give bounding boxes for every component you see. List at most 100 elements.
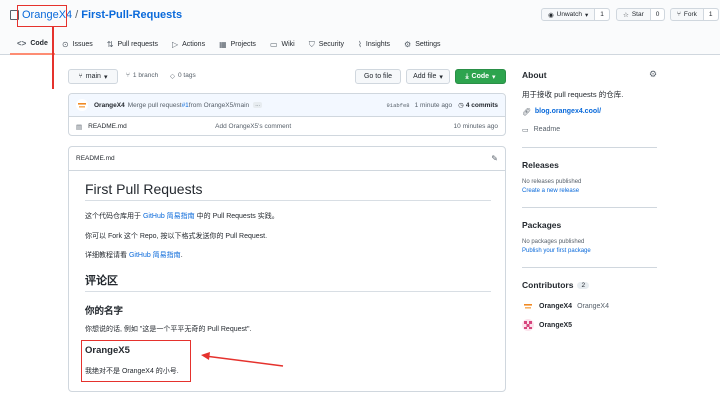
tab-label: Wiki xyxy=(281,41,295,48)
avatar[interactable] xyxy=(522,319,534,331)
watch-count[interactable]: 1 xyxy=(594,9,609,20)
branches-link[interactable]: ⑂ 1 branch xyxy=(126,72,158,79)
guide-link[interactable]: GitHub 简易指南 xyxy=(143,213,195,220)
no-packages-text: No packages published xyxy=(522,239,585,245)
tag-icon: ◇ xyxy=(170,73,175,80)
contributors-header[interactable]: Contributors 2 xyxy=(522,280,590,290)
guide-link[interactable]: GitHub 简易指南 xyxy=(129,252,181,259)
readme-paragraph-1: 这个代码仓库用于 GitHub 简易指南 中的 Pull Requests 实践… xyxy=(85,211,279,221)
branch-name: main xyxy=(85,73,101,80)
sidebar-divider xyxy=(522,267,657,268)
repo-path-separator: / xyxy=(75,9,79,21)
publish-package-link[interactable]: Publish your first package xyxy=(522,248,591,254)
repo-name-link[interactable]: First-Pull-Requests xyxy=(81,9,182,21)
repo-tabs: <> Code ⊙ Issues ⇅ Pull requests ▷ Actions ▦… xyxy=(10,34,448,55)
add-file-label: Add file xyxy=(413,73,437,80)
branches-count: 1 branch xyxy=(132,72,159,79)
book-icon: ▭ xyxy=(522,127,529,134)
fork-label: Fork xyxy=(683,11,697,18)
go-to-file-button[interactable]: Go to file xyxy=(355,69,401,84)
annotation-arrow-line xyxy=(52,27,54,89)
website-link-text: blog.orangex4.cool/ xyxy=(534,108,602,115)
expand-message-button[interactable]: … xyxy=(253,102,263,108)
readme-link[interactable]: ▭ Readme xyxy=(522,126,560,134)
branch-icon: ⑂ xyxy=(78,73,83,80)
tab-label: Security xyxy=(318,41,345,48)
tab-label: Code xyxy=(30,40,48,47)
contributor-row[interactable]: OrangeX4 OrangeX4 xyxy=(522,300,609,312)
tab-pull-requests[interactable]: ⇅ Pull requests xyxy=(100,34,165,55)
add-file-button[interactable]: Add file ▾ xyxy=(406,69,450,84)
readme-paragraph-3: 详细教程请看 GitHub 简易指南. xyxy=(85,250,183,260)
issue-icon: ⊙ xyxy=(61,40,69,49)
file-row[interactable]: ▤ README.md Add OrangeX5's comment 10 mi… xyxy=(69,117,505,136)
tab-wiki[interactable]: ▭ Wiki xyxy=(263,34,302,55)
website-link[interactable]: 🔗︎ blog.orangex4.cool/ xyxy=(522,108,601,116)
gear-icon[interactable]: ⚙ xyxy=(649,69,657,80)
tab-label: Settings xyxy=(415,41,441,48)
star-button[interactable]: ☆ Star 0 xyxy=(616,8,666,21)
readme-box: README.md ✎ First Pull Requests 这个代码仓库用于… xyxy=(68,146,506,392)
unwatch-button[interactable]: ◉ Unwatch ▾ 1 xyxy=(541,8,610,21)
file-icon: ▤ xyxy=(76,123,83,131)
code-button[interactable]: ⤓ Code ▾ xyxy=(455,69,506,84)
commit-sha[interactable]: 91abfe8 xyxy=(386,102,409,109)
file-commit-message[interactable]: Add OrangeX5's comment xyxy=(215,123,291,130)
tab-issues[interactable]: ⊙ Issues xyxy=(55,34,100,55)
gear-icon: ⚙ xyxy=(404,40,412,49)
tab-settings[interactable]: ⚙ Settings xyxy=(397,34,447,55)
tab-projects[interactable]: ▦ Projects xyxy=(212,34,263,55)
tab-actions[interactable]: ▷ Actions xyxy=(165,34,212,55)
star-count[interactable]: 0 xyxy=(649,9,665,20)
avatar[interactable] xyxy=(522,300,534,312)
create-release-link[interactable]: Create a new release xyxy=(522,188,579,194)
author-avatar[interactable] xyxy=(76,99,88,111)
readme-header: README.md ✎ xyxy=(69,147,505,171)
tab-label: Actions xyxy=(182,41,206,48)
tab-insights[interactable]: ⌇ Insights xyxy=(351,34,397,55)
download-icon: ⤓ xyxy=(465,72,469,80)
contributor-login: OrangeX4 xyxy=(539,302,573,310)
contributor-row[interactable]: OrangeX5 xyxy=(522,319,572,331)
fork-count[interactable]: 1 xyxy=(702,9,718,20)
chevron-down-icon: ▾ xyxy=(103,73,108,81)
tags-count: 0 tags xyxy=(178,72,196,79)
readme-title: First Pull Requests xyxy=(85,181,491,201)
file-commit-time: 10 minutes ago xyxy=(453,123,498,130)
repo-header: OrangeX4 / First-Pull-Requests ◉ Unwatch ▾… xyxy=(0,0,720,55)
chevron-down-icon: ▾ xyxy=(439,73,443,81)
tab-label: Projects xyxy=(230,41,256,48)
branch-select-button[interactable]: ⑂ main ▾ xyxy=(68,69,118,84)
tab-security[interactable]: ⛉ Security xyxy=(302,34,351,55)
no-releases-text: No releases published xyxy=(522,179,582,185)
code-button-label: Code xyxy=(471,73,490,80)
star-label: Star xyxy=(631,11,644,18)
tab-code[interactable]: <> Code xyxy=(10,34,55,55)
packages-heading[interactable]: Packages xyxy=(522,220,561,230)
file-name[interactable]: README.md xyxy=(88,123,215,130)
tags-link[interactable]: ◇ 0 tags xyxy=(170,72,196,80)
pencil-icon[interactable]: ✎ xyxy=(491,154,498,163)
graph-icon: ⌇ xyxy=(358,40,362,49)
commit-author[interactable]: OrangeX4 xyxy=(94,102,125,109)
book-icon: ▭ xyxy=(269,40,278,49)
commit-time: 1 minute ago xyxy=(414,101,453,109)
contributor-login: OrangeX5 xyxy=(539,321,573,329)
play-icon: ▷ xyxy=(171,40,179,49)
commit-message-suffix[interactable]: from OrangeX5/main xyxy=(189,102,249,109)
tab-label: Issues xyxy=(72,41,93,48)
your-name-heading: 你的名字 xyxy=(85,306,124,317)
releases-heading[interactable]: Releases xyxy=(522,160,559,170)
star-icon: ☆ xyxy=(623,11,629,19)
fork-button[interactable]: ⑂ Fork 1 xyxy=(670,8,719,21)
contributors-heading: Contributors xyxy=(522,280,574,290)
readme-filename: README.md xyxy=(76,155,115,162)
owner-highlight-box xyxy=(17,5,67,27)
p3-text: 详细教程请看 xyxy=(85,252,129,259)
commits-link[interactable]: ◷ 4 commits xyxy=(458,101,498,110)
pr-link[interactable]: #1 xyxy=(182,102,189,109)
link-icon: 🔗︎ xyxy=(522,109,531,116)
commit-message-prefix[interactable]: Merge pull request xyxy=(128,102,182,109)
history-icon: ◷ xyxy=(458,102,464,109)
commits-count: 4 commits xyxy=(465,101,498,109)
